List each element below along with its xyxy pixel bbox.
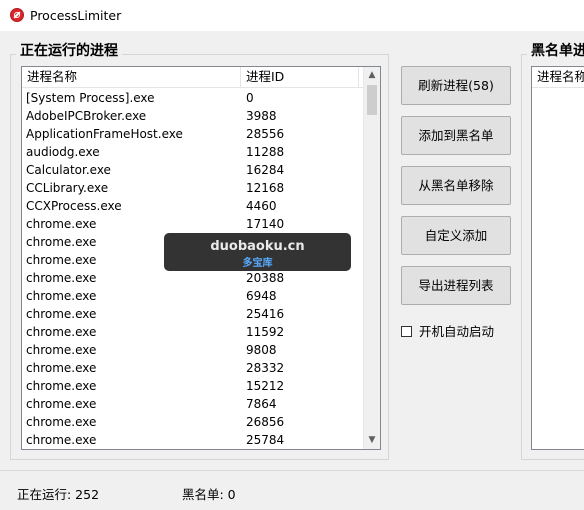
process-id-cell: 26856: [246, 415, 285, 429]
status-bar: 正在运行: 252 黑名单: 0: [0, 470, 584, 510]
process-id-cell: 25416: [246, 307, 285, 321]
process-name-cell: AdobeIPCBroker.exe: [26, 109, 147, 123]
process-name-cell: chrome.exe: [26, 289, 97, 303]
process-name-cell: [System Process].exe: [26, 91, 155, 105]
blacklist-title: 黑名单进: [527, 40, 584, 60]
table-row[interactable]: chrome.exe 28332: [22, 359, 362, 377]
process-id-cell: 11592: [246, 325, 285, 339]
autostart-checkbox[interactable]: [401, 326, 412, 337]
table-row[interactable]: chrome.exe 9808: [22, 341, 362, 359]
autostart-label: 开机自动启动: [419, 324, 495, 339]
process-name-cell: chrome.exe: [26, 271, 97, 285]
process-id-cell: 4460: [246, 199, 277, 213]
process-name-cell: chrome.exe: [26, 307, 97, 321]
process-name-cell: chrome.exe: [26, 361, 97, 375]
process-name-cell: chrome.exe: [26, 415, 97, 429]
process-name-cell: chrome.exe: [26, 433, 97, 447]
scroll-thumb[interactable]: [367, 85, 377, 115]
add-to-blacklist-button[interactable]: 添加到黑名单: [401, 116, 511, 155]
table-row[interactable]: chrome.exe 17140: [22, 215, 362, 233]
table-row[interactable]: chrome.exe 15212: [22, 377, 362, 395]
process-id-cell: 11288: [246, 145, 285, 159]
process-id-cell: 20388: [246, 271, 285, 285]
process-name-cell: CCLibrary.exe: [26, 181, 109, 195]
process-list-header: 进程名称 进程ID: [22, 67, 380, 88]
running-count: 正在运行: 252: [17, 487, 100, 502]
table-row[interactable]: chrome.exe 11592: [22, 323, 362, 341]
process-id-cell: 16284: [246, 163, 285, 177]
blacklist-list[interactable]: 进程名称: [531, 66, 584, 450]
table-row[interactable]: AdobeIPCBroker.exe 3988: [22, 107, 362, 125]
process-id-cell: 0: [246, 91, 254, 105]
table-row[interactable]: chrome.exe 7864: [22, 395, 362, 413]
window-title: ProcessLimiter: [30, 8, 122, 23]
process-name-cell: chrome.exe: [26, 217, 97, 231]
watermark-brand: 多宝库: [242, 258, 273, 269]
table-row[interactable]: Calculator.exe 16284: [22, 161, 362, 179]
table-row[interactable]: chrome.exe 26856: [22, 413, 362, 431]
process-id-cell: 3988: [246, 109, 277, 123]
watermark-overlay: duobaoku.cn 多宝库: [164, 233, 351, 271]
watermark-domain: duobaoku.cn: [210, 239, 305, 254]
blacklist-count: 黑名单: 0: [182, 487, 236, 502]
process-name-cell: chrome.exe: [26, 379, 97, 393]
custom-add-button[interactable]: 自定义添加: [401, 216, 511, 255]
process-name-cell: ApplicationFrameHost.exe: [26, 127, 183, 141]
process-id-cell: 28556: [246, 127, 285, 141]
column-header-pid[interactable]: 进程ID: [241, 67, 359, 87]
remove-from-blacklist-button[interactable]: 从黑名单移除: [401, 166, 511, 205]
process-name-cell: chrome.exe: [26, 253, 97, 267]
process-name-cell: chrome.exe: [26, 325, 97, 339]
table-row[interactable]: [System Process].exe 0: [22, 89, 362, 107]
blacklist-column-header-name[interactable]: 进程名称: [532, 67, 584, 87]
scroll-down-icon[interactable]: ▼: [364, 432, 380, 449]
app-icon: [10, 8, 24, 22]
process-id-cell: 9808: [246, 343, 277, 357]
process-name-cell: chrome.exe: [26, 343, 97, 357]
table-row[interactable]: chrome.exe 20388: [22, 269, 362, 287]
process-id-cell: 28332: [246, 361, 285, 375]
export-process-list-button[interactable]: 导出进程列表: [401, 266, 511, 305]
refresh-processes-button[interactable]: 刷新进程(58): [401, 66, 511, 105]
table-row[interactable]: chrome.exe 6948: [22, 287, 362, 305]
table-row[interactable]: CCLibrary.exe 12168: [22, 179, 362, 197]
title-bar: ProcessLimiter: [0, 0, 584, 31]
running-processes-title: 正在运行的进程: [16, 40, 122, 60]
process-id-cell: 7864: [246, 397, 277, 411]
table-row[interactable]: chrome.exe 25416: [22, 305, 362, 323]
table-row[interactable]: chrome.exe 25784: [22, 431, 362, 449]
process-name-cell: audiodg.exe: [26, 145, 100, 159]
scroll-up-icon[interactable]: ▲: [364, 67, 380, 84]
process-list-scrollbar[interactable]: ▲ ▼: [363, 67, 380, 449]
process-name-cell: CCXProcess.exe: [26, 199, 122, 213]
column-header-name[interactable]: 进程名称: [22, 67, 241, 87]
process-id-cell: 25784: [246, 433, 285, 447]
table-row[interactable]: ApplicationFrameHost.exe 28556: [22, 125, 362, 143]
process-name-cell: chrome.exe: [26, 235, 97, 249]
process-name-cell: chrome.exe: [26, 397, 97, 411]
process-id-cell: 17140: [246, 217, 285, 231]
process-id-cell: 6948: [246, 289, 277, 303]
table-row[interactable]: audiodg.exe 11288: [22, 143, 362, 161]
blacklist-list-header: 进程名称: [532, 67, 584, 88]
process-id-cell: 12168: [246, 181, 285, 195]
process-name-cell: Calculator.exe: [26, 163, 111, 177]
table-row[interactable]: CCXProcess.exe 4460: [22, 197, 362, 215]
process-id-cell: 15212: [246, 379, 285, 393]
